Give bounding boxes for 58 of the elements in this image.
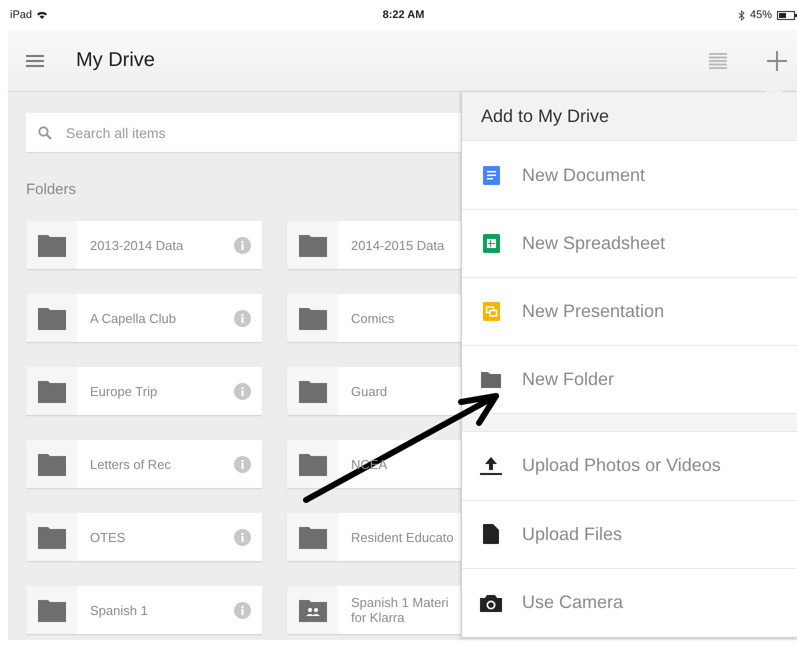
folder-name: OTES xyxy=(89,530,126,544)
search-icon xyxy=(38,126,52,140)
folder-name: Letters of Rec xyxy=(89,456,172,472)
folder-card[interactable]: Comics xyxy=(287,294,461,342)
folder-name: Europe Trip xyxy=(89,384,158,398)
camera-icon xyxy=(479,592,503,613)
wifi-icon xyxy=(36,10,48,20)
menu-item[interactable]: New Document xyxy=(522,164,646,186)
info-icon[interactable] xyxy=(234,528,251,546)
info-icon[interactable] xyxy=(234,602,251,618)
folder-card[interactable]: 2014-2015 Data xyxy=(287,221,461,269)
menu-icon xyxy=(26,54,44,68)
doc-icon xyxy=(482,166,500,185)
folder-card[interactable]: 2013-2014 Data xyxy=(26,221,262,269)
menu-title: Add to My Drive xyxy=(462,92,797,142)
folder-name: Spanish 1 Materi for Klarra xyxy=(350,595,450,625)
folder-card[interactable]: A Capella Club xyxy=(26,294,262,342)
menu-item[interactable]: Upload Files xyxy=(522,524,622,545)
folder-name: A Capella Club xyxy=(89,310,177,326)
folder-icon xyxy=(481,371,501,388)
file-icon xyxy=(483,524,499,544)
folder-card[interactable]: Resident Educato xyxy=(287,513,461,561)
menu-item[interactable]: Upload Photos or Videos xyxy=(522,455,721,476)
info-icon[interactable] xyxy=(234,236,251,254)
menu-item[interactable]: Use Camera xyxy=(522,592,624,614)
folder-name: 2013-2014 Data xyxy=(89,238,184,252)
plus-icon xyxy=(767,50,787,70)
clock: 8:22 AM xyxy=(382,9,424,21)
menu-item[interactable]: New Folder xyxy=(522,369,614,390)
folder-card[interactable]: Guard xyxy=(287,367,461,415)
folder-card[interactable]: Letters of Rec xyxy=(26,440,262,488)
search-field[interactable]: Search all items xyxy=(26,113,461,152)
menu-item[interactable]: New Spreadsheet xyxy=(522,232,666,254)
info-icon[interactable] xyxy=(234,456,251,472)
info-icon[interactable] xyxy=(234,382,251,400)
folder-card[interactable]: Europe Trip xyxy=(26,367,262,415)
folder-name: Guard xyxy=(350,384,388,398)
folder-card[interactable]: OTES xyxy=(26,513,262,561)
folder-name: Comics xyxy=(350,310,396,326)
menu-item[interactable]: New Presentation xyxy=(522,301,664,322)
sheet-icon xyxy=(482,234,500,253)
device-name: iPad xyxy=(10,9,32,21)
info-icon[interactable] xyxy=(234,310,251,326)
folder-card[interactable]: Spanish 1 xyxy=(26,586,262,634)
upload-icon xyxy=(479,456,503,476)
folder-name: Resident Educato xyxy=(350,530,455,544)
bluetooth-icon xyxy=(738,10,745,20)
battery-percent: 45% xyxy=(750,9,772,21)
slides-icon xyxy=(482,302,500,322)
menu-button[interactable] xyxy=(26,54,44,68)
folder-card[interactable]: Spanish 1 Materi for Klarra xyxy=(287,586,461,634)
list-view-button[interactable] xyxy=(709,52,727,68)
add-button[interactable] xyxy=(767,50,787,70)
section-heading: Folders xyxy=(26,181,78,198)
folder-name: Spanish 1 xyxy=(89,602,149,618)
folder-name: 2014-2015 Data xyxy=(350,238,446,252)
list-icon xyxy=(709,52,727,68)
page-title: My Drive xyxy=(76,49,156,72)
